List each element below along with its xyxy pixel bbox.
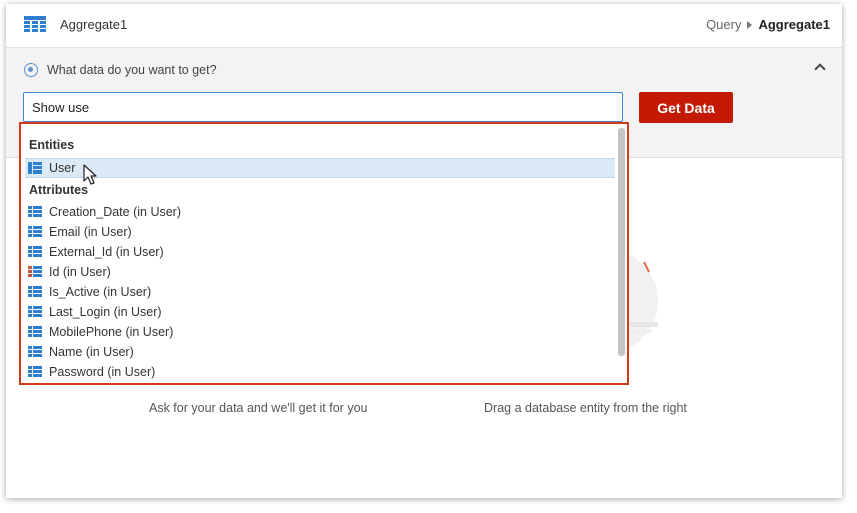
editor-header: Aggregate1 Query Aggregate1: [6, 4, 842, 48]
attribute-icon: [28, 286, 42, 297]
target-icon: [24, 63, 38, 77]
suggestion-attribute[interactable]: MobilePhone (in User): [25, 322, 615, 342]
suggestion-attribute[interactable]: Is_Active (in User): [25, 282, 615, 302]
empty-state-ask-hint: Ask for your data and we'll get it for y…: [149, 401, 368, 415]
suggestion-attribute[interactable]: Email (in User): [25, 222, 615, 242]
suggestion-label: Email (in User): [49, 225, 132, 239]
attribute-icon: [28, 346, 42, 357]
get-data-button[interactable]: Get Data: [639, 92, 733, 123]
suggestion-entity-user[interactable]: User: [25, 158, 615, 178]
suggestion-attribute[interactable]: Name (in User): [25, 342, 615, 362]
suggestion-attribute[interactable]: External_Id (in User): [25, 242, 615, 262]
suggestion-label: Id (in User): [49, 265, 111, 279]
empty-state-drag-hint: Drag a database entity from the right: [484, 401, 687, 415]
suggestion-list: Entities User Attributes Creation_Date (…: [23, 126, 617, 381]
attribute-icon: [28, 226, 42, 237]
dropdown-scrollbar[interactable]: [618, 128, 625, 356]
aggregate-grid-icon: [24, 16, 46, 32]
attribute-icon: [28, 246, 42, 257]
suggestion-attribute[interactable]: Id (in User): [25, 262, 615, 282]
query-prompt: What data do you want to get?: [47, 63, 217, 77]
suggestion-attribute[interactable]: Creation_Date (in User): [25, 202, 615, 222]
breadcrumb: Query Aggregate1: [706, 17, 830, 32]
attribute-icon: [28, 306, 42, 317]
suggestion-label: Creation_Date (in User): [49, 205, 181, 219]
chevron-up-icon[interactable]: [814, 63, 826, 75]
entities-group-header: Entities: [29, 138, 75, 152]
aggregate-editor-window: Aggregate1 Query Aggregate1 What data do…: [6, 4, 842, 498]
suggestion-label: External_Id (in User): [49, 245, 164, 259]
entity-icon: [28, 162, 42, 174]
suggestion-label: Is_Active (in User): [49, 285, 152, 299]
aggregate-title: Aggregate1: [60, 17, 128, 32]
attribute-icon: [28, 326, 42, 337]
breadcrumb-separator-icon: [747, 20, 753, 29]
mouse-cursor-icon: [83, 164, 97, 185]
suggestion-label: Name (in User): [49, 345, 134, 359]
suggestion-label: MobilePhone (in User): [49, 325, 174, 339]
suggestion-attribute[interactable]: Last_Login (in User): [25, 302, 615, 322]
data-search-input[interactable]: [23, 92, 623, 122]
suggestion-attribute[interactable]: Password (in User): [25, 362, 615, 381]
attribute-icon: [28, 206, 42, 217]
attribute-icon: [28, 366, 42, 377]
identifier-attribute-icon: [28, 266, 42, 277]
suggestion-label: User: [49, 161, 76, 175]
suggestion-label: Last_Login (in User): [49, 305, 162, 319]
breadcrumb-query[interactable]: Query: [706, 17, 741, 32]
suggestion-label: Password (in User): [49, 365, 156, 379]
breadcrumb-current: Aggregate1: [758, 17, 830, 32]
suggestion-dropdown: Entities User Attributes Creation_Date (…: [19, 122, 629, 385]
attributes-group-header: Attributes: [29, 183, 89, 197]
